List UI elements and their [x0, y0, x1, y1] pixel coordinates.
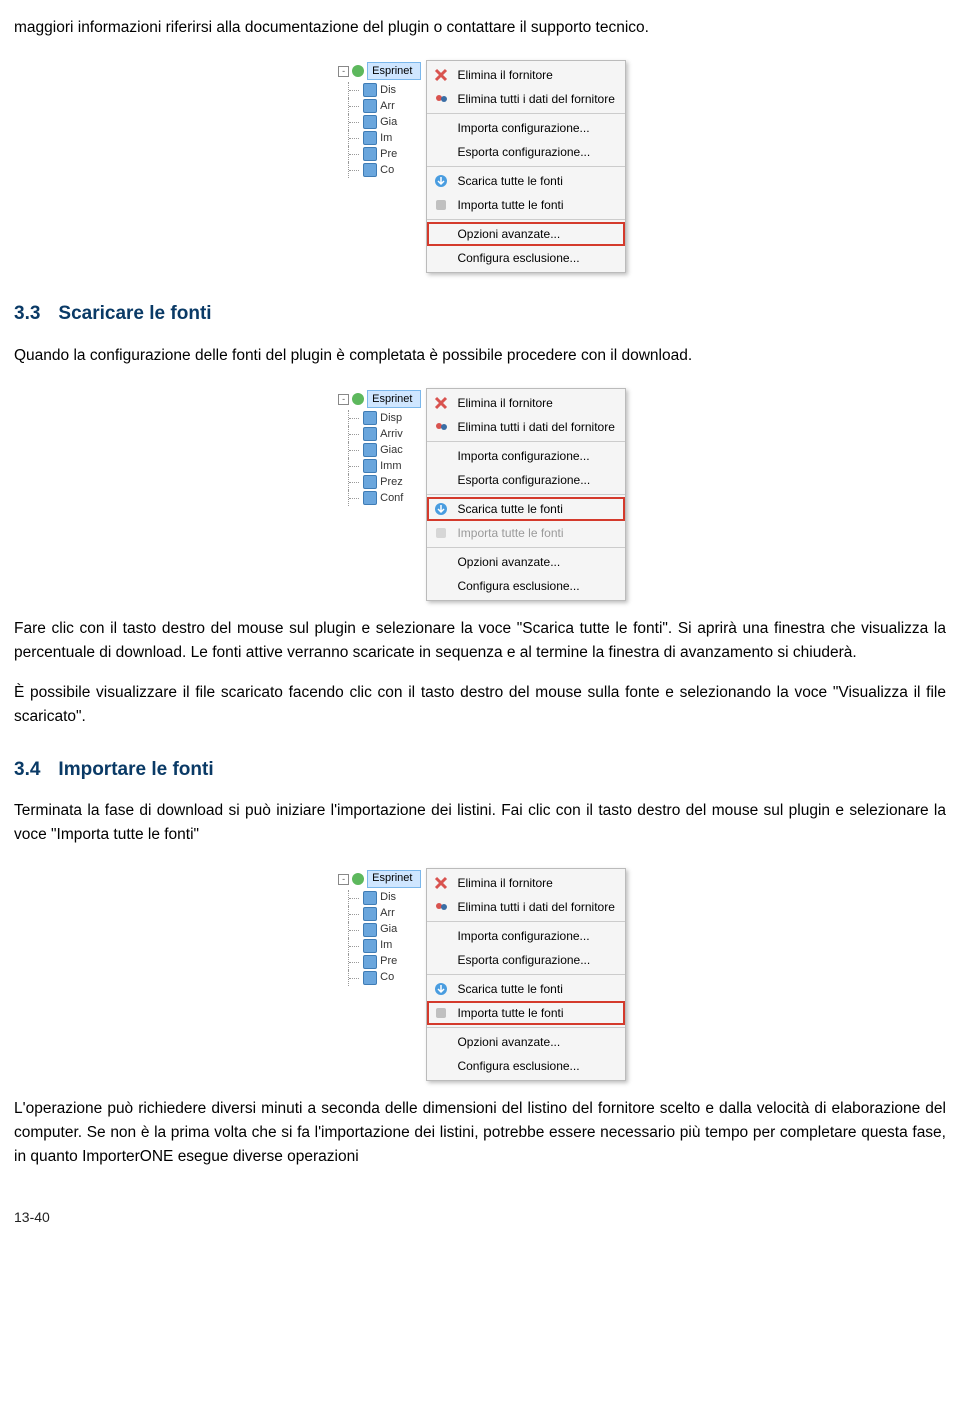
download-icon [433, 981, 449, 997]
figure-1: - Esprinet Dis Arr Gia Im Pre Co Elimina… [14, 55, 946, 273]
tree-item[interactable]: Dis [348, 890, 421, 906]
heading-3-4: 3.4Importare le fonti [14, 755, 946, 784]
tree-item[interactable]: Pre [348, 954, 421, 970]
menu-item-scarica-tutte[interactable]: Scarica tutte le fonti [427, 497, 624, 521]
users-icon [433, 91, 449, 107]
figure-3: - Esprinet Dis Arr Gia Im Pre Co Elimina… [14, 863, 946, 1081]
menu-item-esporta-config[interactable]: Esporta configurazione... [427, 468, 624, 492]
section-3-3-p3: È possibile visualizzare il file scarica… [14, 681, 946, 729]
menu-item-elimina-dati[interactable]: Elimina tutti i dati del fornitore [427, 895, 624, 919]
tree-item[interactable]: Co [348, 970, 421, 986]
node-icon [363, 475, 377, 489]
node-icon [363, 459, 377, 473]
tree-item[interactable]: Co [348, 162, 421, 178]
tree-item[interactable]: Disp [348, 410, 421, 426]
tree-item[interactable]: Imm [348, 458, 421, 474]
tree-item[interactable]: Im [348, 130, 421, 146]
figure-2: - Esprinet Disp Arriv Giac Imm Prez Conf… [14, 383, 946, 601]
node-icon [363, 443, 377, 457]
intro-paragraph: maggiori informazioni riferirsi alla doc… [14, 16, 946, 40]
tree-item[interactable]: Arr [348, 98, 421, 114]
node-icon [363, 907, 377, 921]
context-menu: Elimina il fornitore Elimina tutti i dat… [426, 388, 625, 601]
tree-item[interactable]: Gia [348, 114, 421, 130]
menu-item-esporta-config[interactable]: Esporta configurazione... [427, 948, 624, 972]
import-icon [433, 197, 449, 213]
tree-root[interactable]: Esprinet [367, 62, 421, 80]
tree-item[interactable]: Gia [348, 922, 421, 938]
delete-icon [433, 395, 449, 411]
tree-item[interactable]: Im [348, 938, 421, 954]
menu-item-scarica-tutte[interactable]: Scarica tutte le fonti [427, 977, 624, 1001]
node-icon [363, 99, 377, 113]
tree-panel: - Esprinet Disp Arriv Giac Imm Prez Conf [334, 386, 427, 516]
download-icon [433, 173, 449, 189]
menu-item-esporta-config[interactable]: Esporta configurazione... [427, 140, 624, 164]
person-icon [352, 873, 364, 885]
expand-icon[interactable]: - [338, 874, 349, 885]
import-icon [433, 1005, 449, 1021]
section-3-4-p2: L'operazione può richiedere diversi minu… [14, 1097, 946, 1169]
tree-panel: - Esprinet Dis Arr Gia Im Pre Co [334, 58, 427, 188]
tree-root[interactable]: Esprinet [367, 390, 421, 408]
node-icon [363, 891, 377, 905]
menu-item-configura[interactable]: Configura esclusione... [427, 574, 624, 598]
heading-3-3: 3.3Scaricare le fonti [14, 299, 946, 328]
tree-item[interactable]: Pre [348, 146, 421, 162]
menu-item-configura[interactable]: Configura esclusione... [427, 1054, 624, 1078]
tree-item[interactable]: Arriv [348, 426, 421, 442]
node-icon [363, 971, 377, 985]
person-icon [352, 65, 364, 77]
menu-item-importa-config[interactable]: Importa configurazione... [427, 924, 624, 948]
users-icon [433, 899, 449, 915]
page-footer: 13-40 [14, 1207, 946, 1229]
context-menu: Elimina il fornitore Elimina tutti i dat… [426, 60, 625, 273]
node-icon [363, 115, 377, 129]
menu-item-importa-tutte[interactable]: Importa tutte le fonti [427, 193, 624, 217]
tree-item[interactable]: Dis [348, 82, 421, 98]
tree-panel: - Esprinet Dis Arr Gia Im Pre Co [334, 866, 427, 996]
menu-item-elimina-fornitore[interactable]: Elimina il fornitore [427, 63, 624, 87]
menu-item-opzioni[interactable]: Opzioni avanzate... [427, 550, 624, 574]
section-3-3-p2: Fare clic con il tasto destro del mouse … [14, 617, 946, 665]
users-icon [433, 419, 449, 435]
tree-root[interactable]: Esprinet [367, 870, 421, 888]
context-menu: Elimina il fornitore Elimina tutti i dat… [426, 868, 625, 1081]
person-icon [352, 393, 364, 405]
node-icon [363, 411, 377, 425]
menu-item-elimina-dati[interactable]: Elimina tutti i dati del fornitore [427, 415, 624, 439]
node-icon [363, 147, 377, 161]
node-icon [363, 83, 377, 97]
menu-item-importa-config[interactable]: Importa configurazione... [427, 116, 624, 140]
section-3-4-p1: Terminata la fase di download si può ini… [14, 799, 946, 847]
node-icon [363, 163, 377, 177]
menu-item-importa-tutte[interactable]: Importa tutte le fonti [427, 1001, 624, 1025]
expand-icon[interactable]: - [338, 66, 349, 77]
node-icon [363, 491, 377, 505]
menu-item-importa-tutte[interactable]: Importa tutte le fonti [427, 521, 624, 545]
menu-item-elimina-dati[interactable]: Elimina tutti i dati del fornitore [427, 87, 624, 111]
menu-item-elimina-fornitore[interactable]: Elimina il fornitore [427, 871, 624, 895]
tree-item[interactable]: Giac [348, 442, 421, 458]
tree-item[interactable]: Conf [348, 490, 421, 506]
tree-item[interactable]: Prez [348, 474, 421, 490]
menu-item-elimina-fornitore[interactable]: Elimina il fornitore [427, 391, 624, 415]
menu-item-scarica-tutte[interactable]: Scarica tutte le fonti [427, 169, 624, 193]
tree-item[interactable]: Arr [348, 906, 421, 922]
node-icon [363, 955, 377, 969]
expand-icon[interactable]: - [338, 394, 349, 405]
node-icon [363, 923, 377, 937]
delete-icon [433, 875, 449, 891]
menu-item-opzioni[interactable]: Opzioni avanzate... [427, 222, 624, 246]
menu-item-configura[interactable]: Configura esclusione... [427, 246, 624, 270]
download-icon [433, 501, 449, 517]
node-icon [363, 131, 377, 145]
node-icon [363, 939, 377, 953]
menu-item-importa-config[interactable]: Importa configurazione... [427, 444, 624, 468]
import-icon [433, 525, 449, 541]
delete-icon [433, 67, 449, 83]
section-3-3-p1: Quando la configurazione delle fonti del… [14, 344, 946, 368]
menu-item-opzioni[interactable]: Opzioni avanzate... [427, 1030, 624, 1054]
node-icon [363, 427, 377, 441]
